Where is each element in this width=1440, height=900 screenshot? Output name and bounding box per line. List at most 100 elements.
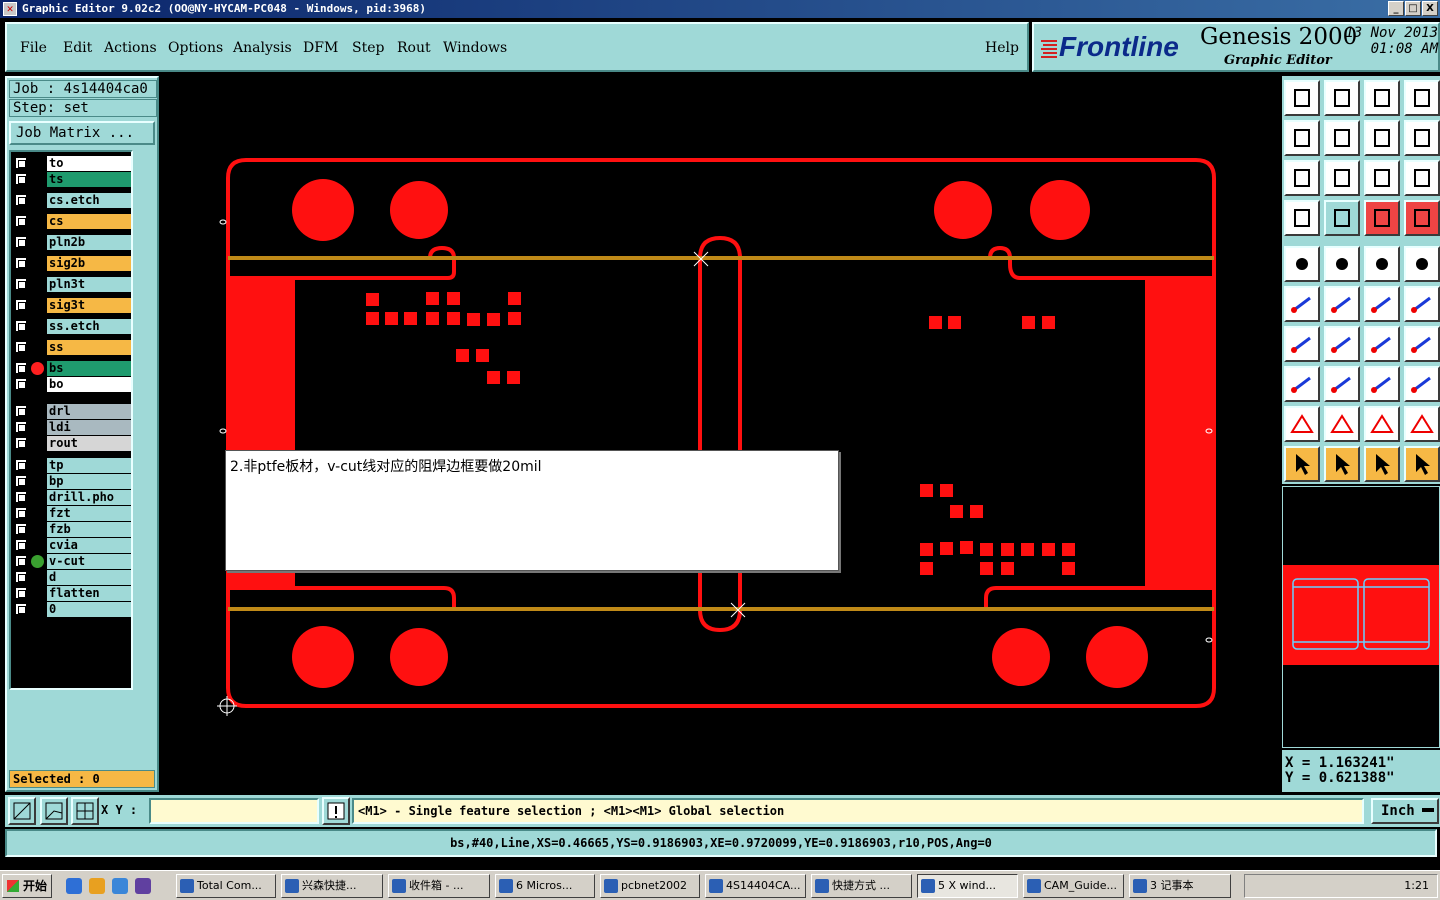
taskbar-button[interactable]: Total Com... [176, 874, 276, 898]
layer-checkbox[interactable] [15, 437, 27, 449]
taskbar-button[interactable]: pcbnet2002 [600, 874, 700, 898]
layer-row[interactable]: cs [13, 214, 133, 229]
taskbar-button[interactable]: 4S14404CA... [705, 874, 806, 898]
job-matrix-button[interactable]: Job Matrix ... [9, 121, 155, 145]
layer-name[interactable]: fzt [47, 506, 131, 521]
layer-name[interactable]: to [47, 156, 131, 171]
layer-checkbox[interactable] [15, 405, 27, 417]
layer-row[interactable]: sig3t [13, 298, 133, 313]
layer-row[interactable]: ss [13, 340, 133, 355]
menu-step[interactable]: Step [352, 40, 384, 56]
layer-checkbox[interactable] [15, 278, 27, 290]
move-right-tool-button[interactable] [1324, 120, 1360, 156]
xy-input[interactable] [149, 798, 319, 824]
zoom-fit-button[interactable] [8, 797, 36, 825]
layer-row[interactable]: flatten [13, 586, 133, 601]
arc-tool-button[interactable] [1364, 326, 1400, 362]
multi-pad-tool-button[interactable] [1404, 366, 1440, 402]
graphic-canvas[interactable] [160, 76, 1280, 792]
layer-name[interactable]: ts [47, 172, 131, 187]
layer-row[interactable]: drill.pho [13, 490, 133, 505]
fit-screen-tool-button[interactable] [1284, 160, 1320, 196]
layer-row[interactable]: ldi [13, 420, 133, 435]
scale-tool-button[interactable] [1364, 160, 1400, 196]
move-left-tool-button[interactable] [1284, 120, 1320, 156]
layer-red-alt-tool-button[interactable] [1404, 200, 1440, 236]
layer-name[interactable]: drl [47, 404, 131, 419]
layer-checkbox[interactable] [15, 459, 27, 471]
circle-dot-tool-button[interactable] [1404, 246, 1440, 282]
taskbar-button[interactable]: 6 Micros... [495, 874, 595, 898]
quicklaunch-icon[interactable] [89, 878, 105, 894]
layer-row[interactable]: bs [13, 361, 133, 376]
pad-add-tool-button[interactable] [1284, 246, 1320, 282]
save-up-tool-button[interactable] [1284, 80, 1320, 116]
layer-name[interactable]: 0 [47, 602, 131, 617]
pointer-tool-button[interactable] [1284, 446, 1320, 482]
layer-checkbox[interactable] [15, 603, 27, 615]
taskbar-button[interactable]: 快捷方式 ... [811, 874, 912, 898]
xwin-icon[interactable] [135, 878, 151, 894]
layer-name[interactable]: rout [47, 436, 131, 451]
layer-checkbox[interactable] [15, 362, 27, 374]
ruler-tool-button[interactable] [1364, 246, 1400, 282]
line-edit-tool-button[interactable] [1324, 366, 1360, 402]
layer-name[interactable]: ldi [47, 420, 131, 435]
ie-icon[interactable] [66, 878, 82, 894]
trapezoid-tool-button[interactable] [1404, 406, 1440, 442]
help-tool-button[interactable] [1404, 160, 1440, 196]
layer-checkbox[interactable] [15, 475, 27, 487]
layer-row[interactable]: drl [13, 404, 133, 419]
layer-row[interactable]: to [13, 156, 133, 171]
pointer-alt-tool-button[interactable] [1364, 446, 1400, 482]
menu-rout[interactable]: Rout [397, 40, 431, 56]
menu-windows[interactable]: Windows [443, 40, 507, 56]
peak-tool-button[interactable] [1324, 406, 1360, 442]
menu-dfm[interactable]: DFM [303, 40, 338, 56]
cross-node-tool-button[interactable] [1324, 286, 1360, 322]
undo-rotate-tool-button[interactable] [1364, 120, 1400, 156]
layer-row[interactable]: bo [13, 377, 133, 392]
zoom-tool-button[interactable] [1324, 160, 1360, 196]
layer-name[interactable]: cs [47, 214, 131, 229]
draw-line-tool-button[interactable] [1284, 200, 1320, 236]
layer-checkbox[interactable] [15, 587, 27, 599]
ff-tool-button[interactable] [1404, 326, 1440, 362]
layer-name[interactable]: sig3t [47, 298, 131, 313]
menu-file[interactable]: File [20, 40, 47, 56]
layer-checkbox[interactable] [15, 378, 27, 390]
taskbar-button[interactable]: CAM_Guide... [1023, 874, 1124, 898]
layer-name[interactable]: bs [47, 361, 131, 376]
layer-row[interactable]: tp [13, 458, 133, 473]
layer-row[interactable]: cs.etch [13, 193, 133, 208]
s-curve-tool-button[interactable] [1404, 120, 1440, 156]
layer-checkbox[interactable] [15, 299, 27, 311]
menu-help[interactable]: Help [985, 40, 1019, 56]
node-red-tool-button[interactable] [1364, 286, 1400, 322]
layer-checkbox[interactable] [15, 157, 27, 169]
layer-name[interactable]: flatten [47, 586, 131, 601]
layer-row[interactable]: fzt [13, 506, 133, 521]
units-selector[interactable]: Inch [1371, 798, 1439, 824]
layer-row[interactable]: fzb [13, 522, 133, 537]
node-red-alt-tool-button[interactable] [1404, 286, 1440, 322]
window-tool-button[interactable] [1404, 80, 1440, 116]
angle-tool-button[interactable] [1284, 326, 1320, 362]
layer-checkbox[interactable] [15, 491, 27, 503]
layer-row[interactable]: ss.etch [13, 319, 133, 334]
surface-tool-button[interactable] [1324, 246, 1360, 282]
layer-row[interactable]: d [13, 570, 133, 585]
start-button[interactable]: 开始 [2, 874, 52, 898]
slash-tool-button[interactable] [1324, 326, 1360, 362]
layer-checkbox[interactable] [15, 539, 27, 551]
layer-name[interactable]: bp [47, 474, 131, 489]
layer-checkbox[interactable] [15, 571, 27, 583]
layer-checkbox[interactable] [15, 555, 27, 567]
layer-checkbox[interactable] [15, 421, 27, 433]
layer-name[interactable]: v-cut [47, 554, 131, 569]
layer-name[interactable]: cs.etch [47, 193, 131, 208]
note-popup[interactable]: 2.非ptfe板材，v-cut线对应的阻焊边框要做20mil [225, 450, 839, 571]
layer-row[interactable]: bp [13, 474, 133, 489]
a-tool-button[interactable] [1364, 406, 1400, 442]
layer-row[interactable]: 0 [13, 602, 133, 617]
